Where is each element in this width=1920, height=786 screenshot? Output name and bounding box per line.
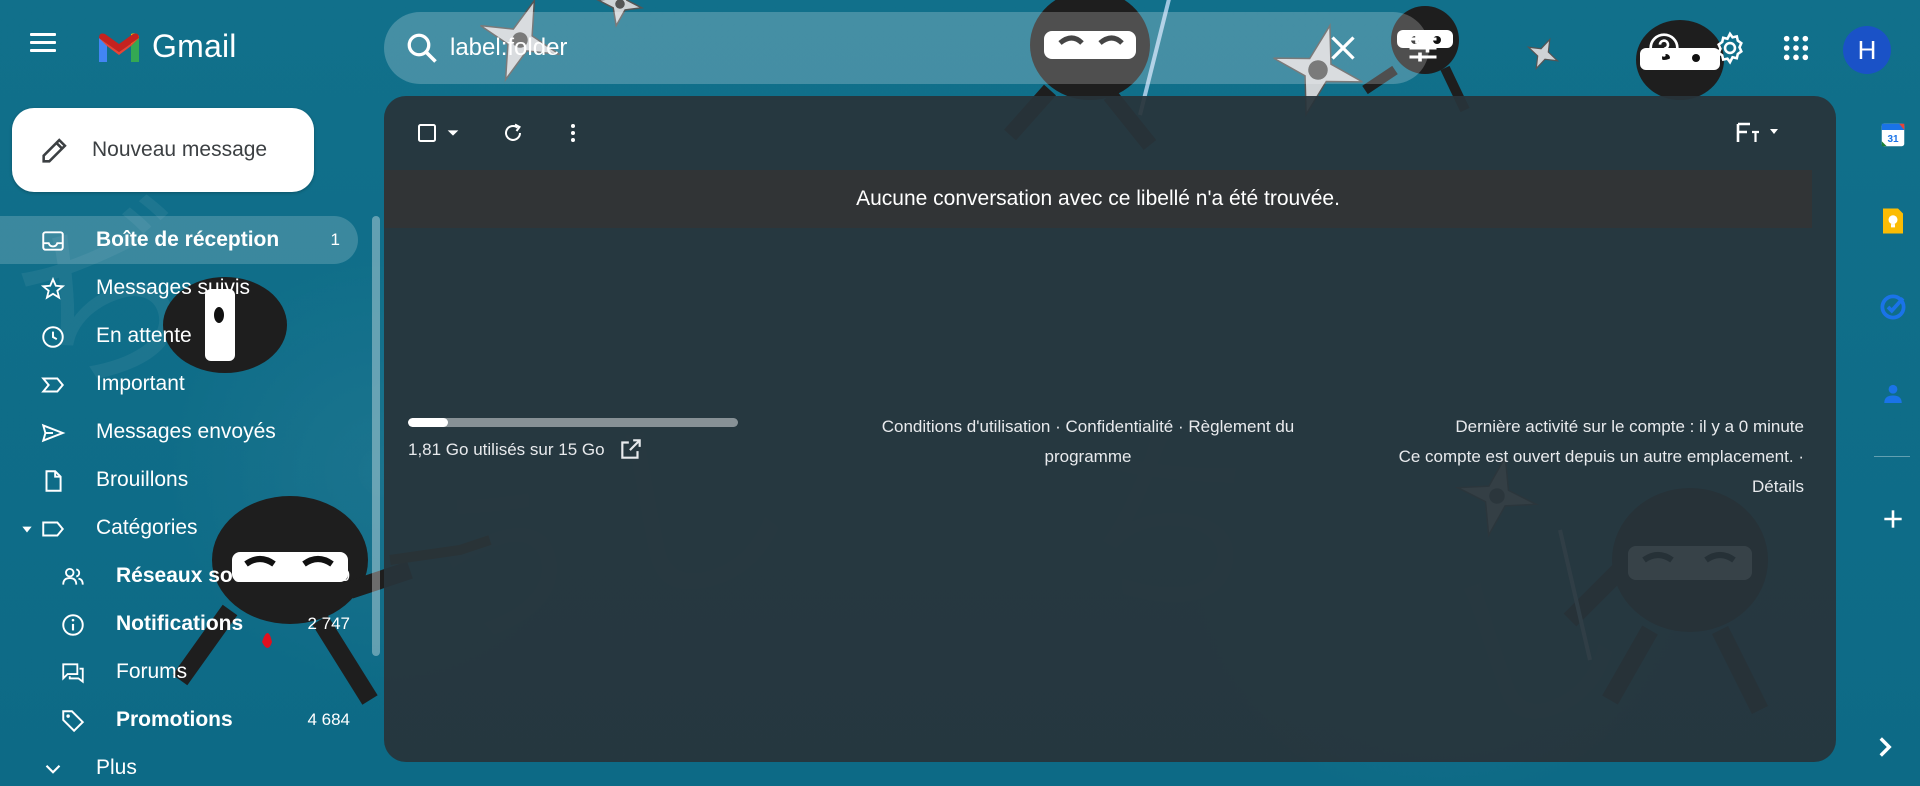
tasks-icon[interactable] [1876, 290, 1910, 324]
sidebar-item-inbox[interactable]: Boîte de réception 1 [0, 216, 358, 264]
apps-grid-icon[interactable] [1776, 28, 1816, 68]
account-activity: Dernière activité sur le compte : il y a… [1344, 412, 1804, 502]
details-link[interactable]: Détails [1752, 477, 1804, 496]
sidebar-item-categories[interactable]: Catégories [0, 504, 370, 552]
sidebar-item-label: Promotions [116, 708, 233, 731]
sidebar-item-label: Messages envoyés [96, 420, 276, 443]
empty-state-message: Aucune conversation avec ce libellé n'a … [384, 170, 1812, 228]
page-footer: 1,81 Go utilisés sur 15 Go Conditions d'… [408, 412, 1804, 502]
svg-text:31: 31 [1887, 134, 1899, 145]
more-options-icon[interactable] [556, 116, 590, 150]
sidebar-item-label: Forums [116, 660, 188, 683]
sidebar-item-sent[interactable]: Messages envoyés [0, 408, 370, 456]
sidebar-item-more[interactable]: Plus [0, 744, 370, 786]
gmail-icon [99, 32, 139, 62]
unread-count: 4 684 [307, 710, 350, 729]
search-icon[interactable] [404, 30, 440, 66]
compose-label: Nouveau message [92, 138, 268, 161]
keep-icon[interactable] [1876, 204, 1910, 238]
main-menu-button[interactable] [30, 28, 78, 68]
storage-progress-fill [408, 418, 448, 427]
app-name: Gmail [152, 28, 237, 64]
other-location-text: Ce compte est ouvert depuis un autre emp… [1398, 447, 1794, 466]
sidebar-item-label: Messages suivis [96, 276, 251, 299]
settings-gear-icon[interactable] [1710, 28, 1750, 68]
rail-divider [1874, 456, 1910, 457]
select-dropdown-icon[interactable] [436, 116, 470, 150]
sidebar-item-label: Notifications [116, 612, 244, 635]
inbox-icon [42, 231, 64, 251]
unread-count: 1 [330, 230, 340, 249]
unread-count: 2 747 [307, 614, 350, 633]
sidebar-item-forums[interactable]: Forums [0, 648, 370, 696]
last-activity-text: Dernière activité sur le compte : il y a… [1455, 417, 1804, 436]
sidebar-item-label: Catégories [96, 516, 198, 539]
star-icon [40, 276, 66, 300]
separator: · [1798, 447, 1804, 466]
help-icon[interactable] [1644, 28, 1684, 68]
account-avatar[interactable]: H [1843, 26, 1891, 74]
sidebar-item-notifications[interactable]: Notifications 2 747 [0, 600, 370, 648]
caret-down-icon[interactable] [20, 522, 34, 536]
sidebar-item-label: En attente [96, 324, 192, 347]
storage-usage-text: 1,81 Go utilisés sur 15 Go [408, 440, 605, 459]
clock-icon [42, 326, 64, 348]
storage-progress-bar [408, 418, 738, 427]
sidebar-item-label: Brouillons [96, 468, 189, 491]
sidebar-item-label: Boîte de réception [96, 228, 280, 251]
message-list-panel: Aucune conversation avec ce libellé n'a … [384, 96, 1836, 762]
sidebar-nav: Boîte de réception 1 Messages suivis En … [0, 216, 370, 786]
sidebar-item-label: Réseaux soci [116, 564, 251, 587]
sidebar-item-important[interactable]: Important [0, 360, 370, 408]
search-input[interactable] [450, 30, 1270, 66]
gmail-logo[interactable]: Gmail [96, 28, 237, 65]
chevron-down-icon [45, 764, 61, 774]
sidebar-item-label: Important [96, 372, 185, 395]
sidebar-item-starred[interactable]: Messages suivis [0, 264, 370, 312]
input-tools-icon[interactable] [1728, 116, 1788, 150]
add-addon-icon[interactable] [1876, 502, 1910, 536]
sidebar-item-drafts[interactable]: Brouillons [0, 456, 370, 504]
compose-button[interactable]: Nouveau message [12, 108, 314, 192]
sidebar-item-social[interactable]: Réseaux soci 5 560 [0, 552, 370, 600]
contacts-icon[interactable] [1876, 376, 1910, 410]
forum-icon [62, 663, 84, 684]
tag-icon [62, 710, 85, 733]
refresh-icon[interactable] [496, 116, 530, 150]
calendar-icon[interactable]: 31 [1876, 118, 1910, 152]
sidebar-item-label: Plus [96, 756, 137, 779]
info-icon [62, 614, 84, 636]
open-in-new-icon[interactable] [618, 436, 644, 462]
separator: · [1055, 417, 1061, 436]
sidebar-scrollbar[interactable] [372, 216, 380, 656]
chevron-right-icon[interactable] [1868, 730, 1902, 764]
clear-search-icon[interactable] [1325, 30, 1361, 66]
search-bar [384, 12, 1429, 84]
draft-icon [45, 470, 62, 492]
privacy-link[interactable]: Confidentialité [1066, 417, 1174, 436]
pencil-icon [42, 138, 67, 163]
legal-links: Conditions d'utilisation · Confidentiali… [858, 412, 1318, 472]
separator: · [1178, 417, 1184, 436]
send-icon [41, 423, 66, 443]
sidebar-item-snoozed[interactable]: En attente [0, 312, 370, 360]
label-icon [42, 521, 65, 537]
toolbar [384, 96, 1836, 166]
terms-link[interactable]: Conditions d'utilisation [882, 417, 1051, 436]
sidebar-item-promotions[interactable]: Promotions 4 684 [0, 696, 370, 744]
important-icon [41, 377, 65, 393]
search-options-icon[interactable] [1405, 30, 1441, 66]
top-bar: Gmail label:folder H [0, 0, 1920, 96]
unread-count: 5 560 [307, 566, 350, 585]
people-icon [62, 567, 84, 585]
